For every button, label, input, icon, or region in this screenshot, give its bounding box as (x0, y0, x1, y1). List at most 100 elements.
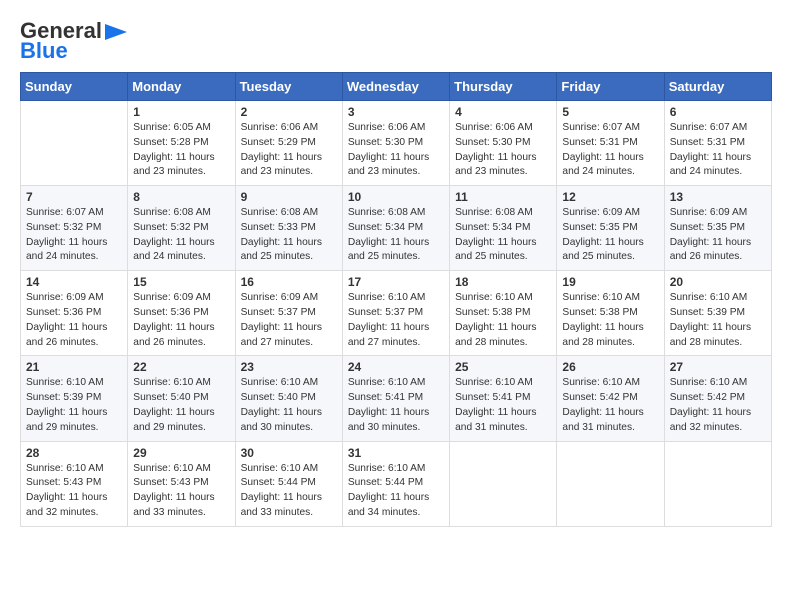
calendar-cell: 28 Sunrise: 6:10 AMSunset: 5:43 PMDayligh… (21, 441, 128, 526)
logo: General Blue (20, 20, 127, 62)
day-number: 28 (26, 446, 122, 460)
day-number: 30 (241, 446, 337, 460)
cell-content: Sunrise: 6:10 AMSunset: 5:39 PMDaylight:… (26, 376, 122, 435)
calendar-cell: 29Sunrise: 6:10 AMSunset: 5:43 PMDayligh… (128, 441, 235, 526)
day-number: 14 (26, 275, 122, 289)
cell-content: Sunrise: 6:09 AMSunset: 5:35 PMDaylight:… (562, 206, 658, 265)
cell-content: Sunrise: 6:06 AMSunset: 5:30 PMDaylight:… (348, 121, 444, 180)
day-number: 31 (348, 446, 444, 460)
calendar-weekday-header: Friday (557, 73, 664, 101)
calendar-table: SundayMondayTuesdayWednesdayThursdayFrid… (20, 72, 772, 527)
calendar-cell: 1 Sunrise: 6:05 AMSunset: 5:28 PMDaylight… (128, 101, 235, 186)
cell-content: Sunrise: 6:07 AMSunset: 5:31 PMDaylight:… (670, 121, 766, 180)
cell-content: Sunrise: 6:10 AMSunset: 5:42 PMDaylight:… (562, 376, 658, 435)
calendar-cell: 30Sunrise: 6:10 AMSunset: 5:44 PMDayligh… (235, 441, 342, 526)
day-number: 27 (670, 360, 766, 374)
calendar-cell: 9Sunrise: 6:08 AMSunset: 5:33 PMDaylight… (235, 186, 342, 271)
calendar-cell (21, 101, 128, 186)
cell-content: Sunrise: 6:05 AMSunset: 5:28 PMDaylight:… (133, 121, 229, 180)
calendar-cell: 20 Sunrise: 6:10 AMSunset: 5:39 PMDayligh… (664, 271, 771, 356)
calendar-cell: 23Sunrise: 6:10 AMSunset: 5:40 PMDayligh… (235, 356, 342, 441)
cell-content: Sunrise: 6:10 AMSunset: 5:43 PMDaylight:… (133, 462, 229, 521)
logo-blue: Blue (20, 40, 68, 62)
day-number: 18 (455, 275, 551, 289)
calendar-cell: 14 Sunrise: 6:09 AMSunset: 5:36 PMDayligh… (21, 271, 128, 356)
day-number: 5 (562, 105, 658, 119)
cell-content: Sunrise: 6:06 AMSunset: 5:29 PMDaylight:… (241, 121, 337, 180)
calendar-cell: 10 Sunrise: 6:08 AMSunset: 5:34 PMDayligh… (342, 186, 449, 271)
cell-content: Sunrise: 6:10 AMSunset: 5:38 PMDaylight:… (562, 291, 658, 350)
day-number: 17 (348, 275, 444, 289)
day-number: 26 (562, 360, 658, 374)
day-number: 24 (348, 360, 444, 374)
cell-content: Sunrise: 6:09 AMSunset: 5:36 PMDaylight:… (133, 291, 229, 350)
day-number: 21 (26, 360, 122, 374)
calendar-cell: 18 Sunrise: 6:10 AMSunset: 5:38 PMDayligh… (450, 271, 557, 356)
calendar-cell: 16Sunrise: 6:09 AMSunset: 5:37 PMDayligh… (235, 271, 342, 356)
day-number: 23 (241, 360, 337, 374)
calendar-weekday-header: Thursday (450, 73, 557, 101)
day-number: 1 (133, 105, 229, 119)
cell-content: Sunrise: 6:10 AMSunset: 5:44 PMDaylight:… (348, 462, 444, 521)
header: General Blue (20, 20, 772, 62)
calendar-weekday-header: Monday (128, 73, 235, 101)
calendar-week-row: 28 Sunrise: 6:10 AMSunset: 5:43 PMDayligh… (21, 441, 772, 526)
calendar-weekday-header: Saturday (664, 73, 771, 101)
cell-content: Sunrise: 6:10 AMSunset: 5:40 PMDaylight:… (133, 376, 229, 435)
cell-content: Sunrise: 6:07 AMSunset: 5:32 PMDaylight:… (26, 206, 122, 265)
cell-content: Sunrise: 6:09 AMSunset: 5:35 PMDaylight:… (670, 206, 766, 265)
calendar-cell: 12 Sunrise: 6:09 AMSunset: 5:35 PMDayligh… (557, 186, 664, 271)
day-number: 20 (670, 275, 766, 289)
day-number: 2 (241, 105, 337, 119)
calendar-weekday-header: Tuesday (235, 73, 342, 101)
calendar-weekday-header: Sunday (21, 73, 128, 101)
cell-content: Sunrise: 6:08 AMSunset: 5:34 PMDaylight:… (455, 206, 551, 265)
calendar-cell: 2 Sunrise: 6:06 AMSunset: 5:29 PMDaylight… (235, 101, 342, 186)
calendar-cell: 7 Sunrise: 6:07 AMSunset: 5:32 PMDaylight… (21, 186, 128, 271)
day-number: 9 (241, 190, 337, 204)
cell-content: Sunrise: 6:10 AMSunset: 5:39 PMDaylight:… (670, 291, 766, 350)
cell-content: Sunrise: 6:08 AMSunset: 5:32 PMDaylight:… (133, 206, 229, 265)
calendar-week-row: 21 Sunrise: 6:10 AMSunset: 5:39 PMDayligh… (21, 356, 772, 441)
day-number: 10 (348, 190, 444, 204)
calendar-cell: 21 Sunrise: 6:10 AMSunset: 5:39 PMDayligh… (21, 356, 128, 441)
cell-content: Sunrise: 6:09 AMSunset: 5:36 PMDaylight:… (26, 291, 122, 350)
cell-content: Sunrise: 6:10 AMSunset: 5:38 PMDaylight:… (455, 291, 551, 350)
calendar-cell: 24 Sunrise: 6:10 AMSunset: 5:41 PMDayligh… (342, 356, 449, 441)
calendar-cell (664, 441, 771, 526)
day-number: 25 (455, 360, 551, 374)
calendar-cell: 15 Sunrise: 6:09 AMSunset: 5:36 PMDayligh… (128, 271, 235, 356)
calendar-week-row: 14 Sunrise: 6:09 AMSunset: 5:36 PMDayligh… (21, 271, 772, 356)
day-number: 13 (670, 190, 766, 204)
day-number: 7 (26, 190, 122, 204)
cell-content: Sunrise: 6:10 AMSunset: 5:42 PMDaylight:… (670, 376, 766, 435)
calendar-week-row: 7 Sunrise: 6:07 AMSunset: 5:32 PMDaylight… (21, 186, 772, 271)
cell-content: Sunrise: 6:07 AMSunset: 5:31 PMDaylight:… (562, 121, 658, 180)
calendar-weekday-header: Wednesday (342, 73, 449, 101)
calendar-week-row: 1 Sunrise: 6:05 AMSunset: 5:28 PMDaylight… (21, 101, 772, 186)
cell-content: Sunrise: 6:10 AMSunset: 5:41 PMDaylight:… (348, 376, 444, 435)
page: General Blue SundayMondayTuesdayWednesda… (0, 0, 792, 612)
calendar-cell: 19 Sunrise: 6:10 AMSunset: 5:38 PMDayligh… (557, 271, 664, 356)
calendar-cell (450, 441, 557, 526)
calendar-cell: 6Sunrise: 6:07 AMSunset: 5:31 PMDaylight… (664, 101, 771, 186)
calendar-cell: 5 Sunrise: 6:07 AMSunset: 5:31 PMDaylight… (557, 101, 664, 186)
calendar-cell: 8 Sunrise: 6:08 AMSunset: 5:32 PMDaylight… (128, 186, 235, 271)
calendar-cell: 4Sunrise: 6:06 AMSunset: 5:30 PMDaylight… (450, 101, 557, 186)
calendar-cell: 13 Sunrise: 6:09 AMSunset: 5:35 PMDayligh… (664, 186, 771, 271)
day-number: 15 (133, 275, 229, 289)
cell-content: Sunrise: 6:10 AMSunset: 5:37 PMDaylight:… (348, 291, 444, 350)
calendar-cell: 22Sunrise: 6:10 AMSunset: 5:40 PMDayligh… (128, 356, 235, 441)
logo-flag-icon (105, 24, 127, 40)
cell-content: Sunrise: 6:09 AMSunset: 5:37 PMDaylight:… (241, 291, 337, 350)
day-number: 19 (562, 275, 658, 289)
calendar-header-row: SundayMondayTuesdayWednesdayThursdayFrid… (21, 73, 772, 101)
day-number: 12 (562, 190, 658, 204)
calendar-cell: 31 Sunrise: 6:10 AMSunset: 5:44 PMDayligh… (342, 441, 449, 526)
cell-content: Sunrise: 6:10 AMSunset: 5:43 PMDaylight:… (26, 462, 122, 521)
cell-content: Sunrise: 6:08 AMSunset: 5:34 PMDaylight:… (348, 206, 444, 265)
calendar-cell: 11Sunrise: 6:08 AMSunset: 5:34 PMDayligh… (450, 186, 557, 271)
day-number: 4 (455, 105, 551, 119)
day-number: 8 (133, 190, 229, 204)
cell-content: Sunrise: 6:10 AMSunset: 5:41 PMDaylight:… (455, 376, 551, 435)
